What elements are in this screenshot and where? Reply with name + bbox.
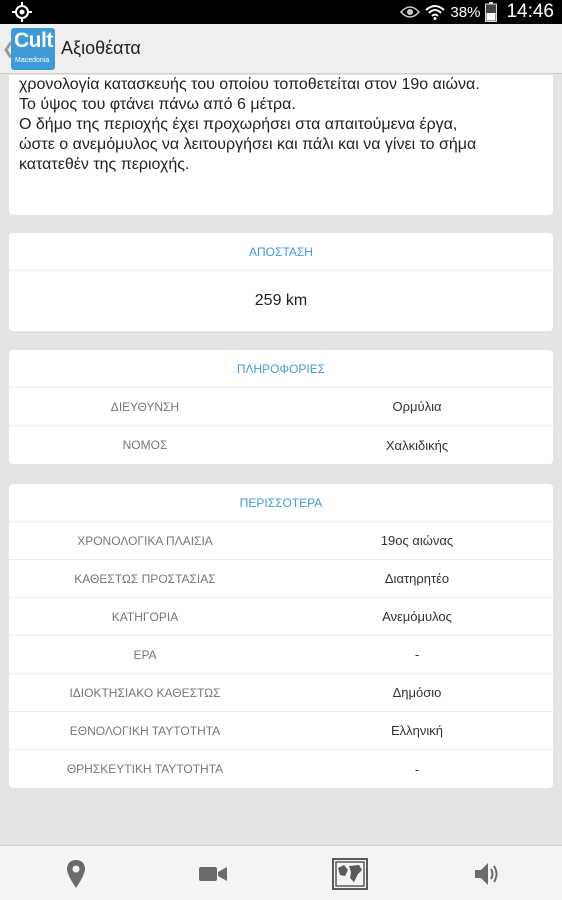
action-bar: ❮ Cult Macedonia Αξιοθέατα (0, 24, 562, 74)
description-line: Το ύψος του φτάνει πάνω από 6 μέτρα. (19, 96, 296, 113)
more-row: ΚΑΘΕΣΤΩΣ ΠΡΟΣΤΑΣΙΑΣ Διατηρητέο (9, 560, 553, 598)
battery-percentage: 38% (450, 3, 481, 21)
logo-text: Cult (14, 29, 53, 52)
description-line: χρονολογία κατασκευής του οποίου τοποθετ… (19, 76, 480, 93)
row-label: ΕΘΝΟΛΟΓΙΚΗ ΤΑΥΤΟΤΗΤΑ (69, 723, 221, 738)
row-label: ΘΡΗΣΚΕΥΤΙΚΗ ΤΑΥΤΟΤΗΤΑ (66, 762, 224, 776)
row-value: Ορμύλια (392, 399, 442, 414)
battery-icon (485, 2, 498, 22)
logo-subtext: Macedonia (15, 57, 50, 64)
video-button[interactable] (143, 846, 283, 900)
clock: 14:46 (506, 1, 554, 22)
row-label: ΚΑΤΗΓΟΡΙΑ (111, 609, 179, 624)
map-pin-icon (67, 859, 85, 888)
row-value: 19ος αιώνας (380, 533, 454, 548)
status-bar: 38% 14:46 (0, 0, 562, 24)
info-header: ΠΛΗΡΟΦΟΡΙΕΣ (9, 350, 553, 388)
more-row: ΘΡΗΣΚΕΥΤΙΚΗ ΤΑΥΤΟΤΗΤΑ - (9, 750, 553, 788)
more-card: ΠΕΡΙΣΣΟΤΕΡΑ ΧΡΟΝΟΛΟΓΙΚΑ ΠΛΑΙΣΙΑ 19ος αιώ… (9, 484, 553, 788)
row-label: ΕΡΑ (133, 647, 157, 662)
more-row: ΚΑΤΗΓΟΡΙΑ Ανεμόμυλος (9, 598, 553, 636)
location-target-icon (12, 2, 32, 22)
more-row: ΧΡΟΝΟΛΟΓΙΚΑ ΠΛΑΙΣΙΑ 19ος αιώνας (9, 522, 553, 560)
row-value: Ελληνική (390, 723, 444, 738)
description-line: ώστε ο ανεμόμυλος να λειτουργήσει και πά… (19, 136, 477, 153)
scroll-content[interactable]: χρονολογία κατασκευής του οποίου τοποθετ… (0, 75, 562, 845)
eye-icon (400, 6, 421, 18)
wifi-icon (425, 5, 446, 20)
description-card: χρονολογία κατασκευής του οποίου τοποθετ… (9, 75, 553, 215)
photo-gallery-icon (332, 857, 368, 890)
row-label: ΚΑΘΕΣΤΩΣ ΠΡΟΣΤΑΣΙΑΣ (74, 571, 216, 586)
app-logo[interactable]: Cult Macedonia (11, 28, 55, 70)
row-value: Ανεμόμυλος (382, 609, 452, 624)
row-value: Χαλκιδικής (385, 437, 449, 453)
row-label: ΔΙΕΥΘΥΝΣΗ (110, 399, 180, 414)
row-label: ΙΔΙΟΚΤΗΣΙΑΚΟ ΚΑΘΕΣΤΩΣ (69, 685, 221, 700)
speaker-audio-icon (475, 862, 498, 885)
more-header: ΠΕΡΙΣΣΟΤΕΡΑ (9, 484, 553, 522)
info-row-prefecture: ΝΟΜΟΣ Χαλκιδικής (9, 426, 553, 464)
more-row: ΕΡΑ - (9, 636, 553, 674)
row-label: ΧΡΟΝΟΛΟΓΙΚΑ ΠΛΑΙΣΙΑ (77, 533, 213, 548)
distance-card: ΑΠΟΣΤΑΣΗ 259 km (9, 233, 553, 331)
row-value: Διατηρητέο (384, 571, 450, 586)
row-value: - (414, 761, 420, 777)
distance-header: ΑΠΟΣΤΑΣΗ (9, 233, 553, 271)
gallery-button[interactable] (280, 846, 420, 900)
info-card: ΠΛΗΡΟΦΟΡΙΕΣ ΔΙΕΥΘΥΝΣΗ Ορμύλια ΝΟΜΟΣ Χαλκ… (9, 350, 553, 464)
info-row-address: ΔΙΕΥΘΥΝΣΗ Ορμύλια (9, 388, 553, 426)
row-value: Δημόσιο (392, 685, 442, 700)
distance-value: 259 km (254, 292, 308, 309)
more-row: ΙΔΙΟΚΤΗΣΙΑΚΟ ΚΑΘΕΣΤΩΣ Δημόσιο (9, 674, 553, 712)
video-camera-icon (199, 866, 227, 881)
description-line: Ο δήμο της περιοχής έχει προχωρήσει στα … (19, 116, 458, 133)
audio-button[interactable] (417, 846, 557, 900)
screen-title: Αξιοθέατα (61, 38, 141, 58)
row-value: - (414, 647, 420, 662)
description-line: κατατεθέν της περιοχής. (19, 156, 190, 173)
map-button[interactable] (6, 846, 146, 900)
row-label: ΝΟΜΟΣ (122, 438, 168, 452)
more-row: ΕΘΝΟΛΟΓΙΚΗ ΤΑΥΤΟΤΗΤΑ Ελληνική (9, 712, 553, 750)
bottom-nav-bar (0, 845, 562, 900)
